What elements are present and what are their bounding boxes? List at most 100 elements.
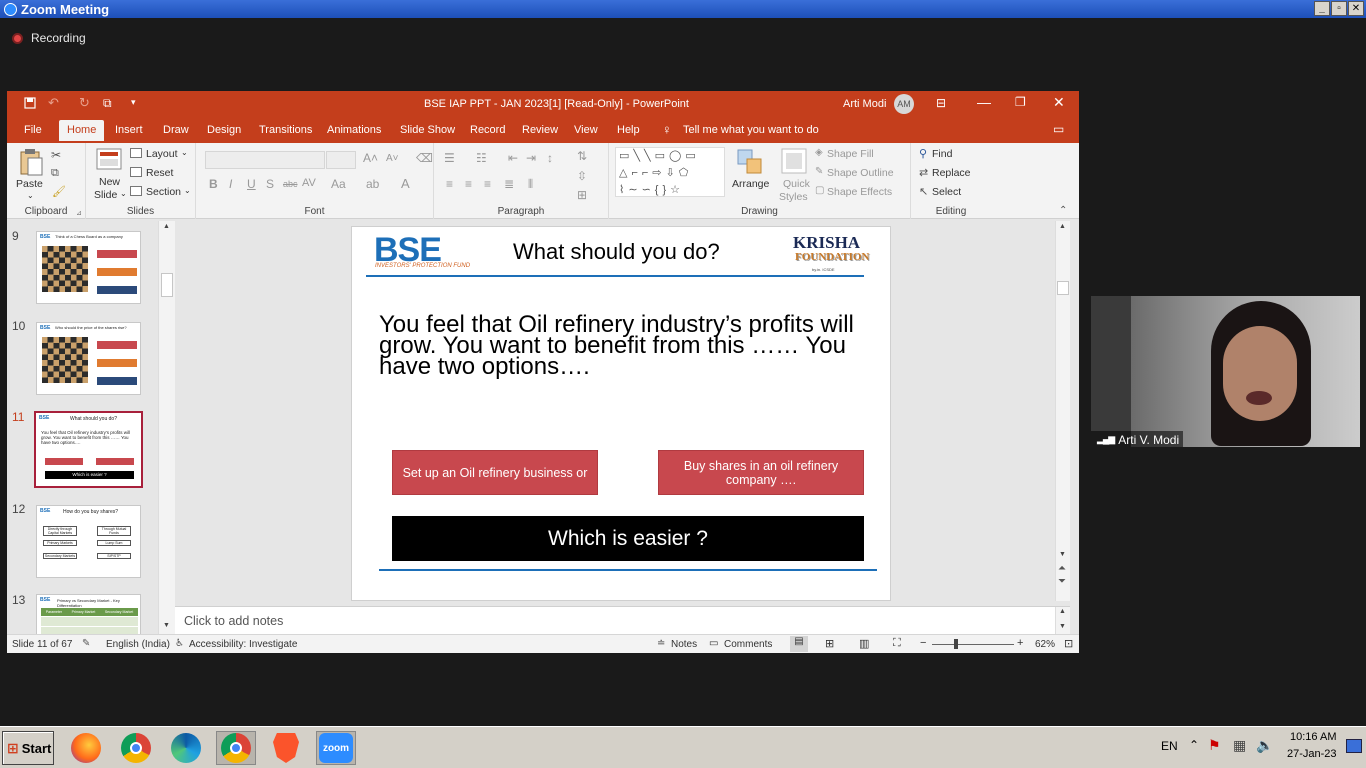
shape-outline-icon[interactable]: ✎ [815, 166, 823, 177]
character-spacing-icon[interactable]: AV [302, 177, 316, 189]
slide-show-icon[interactable]: ⛶ [893, 637, 901, 650]
tab-view[interactable]: View [574, 124, 598, 136]
notes-pane[interactable]: Click to add notes ▲ ▼ [175, 606, 1070, 635]
align-right-icon[interactable]: ≡ [484, 177, 491, 191]
comments-icon[interactable]: ▭ [709, 638, 718, 649]
quick-styles-icon[interactable] [781, 148, 807, 174]
maximize-button[interactable]: ▫ [1331, 1, 1347, 16]
shape-effects-icon[interactable]: ▢ [815, 185, 824, 196]
ppt-close-button[interactable]: ✕ [1053, 94, 1065, 111]
brave-icon[interactable] [266, 731, 306, 765]
slide-thumbnail-12[interactable]: BSE How do you buy shares? Directly thro… [36, 505, 141, 578]
shape-fill-button[interactable]: Shape Fill [827, 148, 874, 160]
participant-video[interactable]: ▂▄▆ Arti V. Modi [1091, 296, 1360, 447]
font-size-input[interactable] [326, 151, 356, 169]
customize-toolbar-icon[interactable]: ▾ [131, 97, 136, 108]
arrange-button[interactable]: Arrange [732, 178, 769, 190]
copy-icon[interactable]: ⧉ [51, 167, 59, 180]
find-button[interactable]: Find [932, 148, 952, 160]
tab-transitions[interactable]: Transitions [259, 124, 312, 136]
ribbon-display-icon[interactable]: ⊟ [936, 96, 946, 110]
recording-indicator[interactable]: Recording [12, 31, 86, 45]
scroll-thumb[interactable] [161, 273, 173, 297]
undo-icon[interactable]: ↶ [48, 95, 59, 111]
clock-date[interactable]: 27-Jan-23 [1287, 748, 1337, 760]
change-case-icon[interactable]: Aa [331, 177, 346, 191]
spelling-icon[interactable]: ✎ [82, 638, 90, 649]
align-text-icon[interactable]: ⇳ [577, 169, 587, 183]
ppt-user-name[interactable]: Arti Modi [843, 98, 886, 110]
new-slide-icon[interactable] [96, 148, 122, 170]
columns-icon[interactable]: ⫴ [528, 177, 533, 192]
tab-home[interactable]: Home [59, 120, 105, 141]
save-icon[interactable] [24, 97, 36, 109]
font-color-icon[interactable]: A [401, 176, 410, 191]
increase-indent-icon[interactable]: ⇥ [526, 151, 536, 165]
section-button[interactable]: Section [146, 186, 181, 198]
new-slide-label-2[interactable]: Slide [94, 189, 117, 201]
underline-icon[interactable]: U [247, 177, 256, 191]
notes-button[interactable]: Notes [671, 639, 697, 650]
notes-scroll-down-icon[interactable]: ▼ [1059, 623, 1066, 630]
layout-dropdown-icon[interactable]: ⌄ [181, 148, 188, 157]
quick-styles-label-2[interactable]: Styles [779, 191, 808, 203]
tab-record[interactable]: Record [470, 124, 505, 136]
numbering-icon[interactable]: ☷ [476, 151, 487, 165]
close-button[interactable]: ✕ [1348, 1, 1364, 16]
user-avatar[interactable]: AM [894, 94, 914, 114]
align-center-icon[interactable]: ≡ [465, 177, 472, 191]
reset-button[interactable]: Reset [146, 167, 173, 179]
increase-font-icon[interactable]: A˄ [363, 151, 378, 165]
strikethrough-icon[interactable]: abc [283, 179, 298, 189]
select-button[interactable]: Select [932, 186, 961, 198]
accessibility-status[interactable]: Accessibility: Investigate [189, 639, 297, 650]
layout-button[interactable]: Layout [146, 148, 178, 160]
slide-thumbnail-10[interactable]: BSE Who should the price of the shares r… [36, 322, 141, 395]
accessibility-icon[interactable]: ♿ [175, 638, 184, 649]
arrange-icon[interactable] [737, 149, 763, 175]
zoom-out-icon[interactable]: − [920, 637, 926, 649]
section-icon[interactable] [130, 186, 142, 196]
comment-icon[interactable]: ▭ [1053, 122, 1064, 136]
show-hidden-icons[interactable]: ⌃ [1189, 738, 1199, 752]
zoom-app-icon[interactable]: zoom [316, 731, 356, 765]
decrease-indent-icon[interactable]: ⇤ [508, 151, 518, 165]
reset-icon[interactable] [130, 167, 142, 177]
new-slide-label-1[interactable]: New [99, 176, 120, 188]
format-painter-icon[interactable]: 🖌 [52, 185, 66, 198]
current-slide[interactable]: BSE INVESTORS' PROTECTION FUND What shou… [351, 226, 891, 601]
notes-scrollbar[interactable]: ▲ ▼ [1055, 607, 1070, 635]
input-language[interactable]: EN [1161, 739, 1178, 753]
paste-button[interactable]: Paste [16, 178, 43, 190]
fit-to-window-icon[interactable]: ⊡ [1064, 637, 1073, 650]
font-name-input[interactable] [205, 151, 325, 169]
tab-file[interactable]: File [24, 124, 42, 136]
edge-icon[interactable] [166, 731, 206, 765]
thumbnail-scrollbar[interactable]: ▲ ▼ [158, 221, 175, 634]
new-slide-dropdown-icon[interactable]: ⌄ [120, 189, 127, 198]
reading-view-icon[interactable]: ▥ [859, 637, 869, 650]
slide-thumbnail-13[interactable]: BSE Primary vs Secondary Market - Key Di… [36, 594, 141, 634]
section-dropdown-icon[interactable]: ⌄ [184, 186, 191, 195]
show-desktop-icon[interactable] [1346, 739, 1362, 753]
clear-formatting-icon[interactable]: ⌫ [416, 151, 433, 165]
next-slide-icon[interactable]: ⏷ [1058, 576, 1066, 587]
chrome-profile-icon[interactable] [216, 731, 256, 765]
chrome-icon[interactable] [116, 731, 156, 765]
layout-icon[interactable] [130, 148, 142, 158]
slide-thumbnail-9[interactable]: BSE Think of a Chess Board as a company [36, 231, 141, 304]
cut-icon[interactable]: ✂ [51, 148, 61, 162]
replace-button[interactable]: Replace [932, 167, 971, 179]
bullets-icon[interactable]: ☰ [444, 151, 455, 165]
bold-icon[interactable]: B [209, 177, 218, 191]
firefox-icon[interactable] [66, 731, 106, 765]
zoom-slider[interactable] [932, 644, 1014, 645]
paste-dropdown-icon[interactable]: ⌄ [27, 191, 34, 200]
ppt-minimize-button[interactable]: — [977, 94, 991, 110]
shape-effects-button[interactable]: Shape Effects [827, 186, 892, 198]
clipboard-launcher-icon[interactable]: ⊿ [76, 209, 82, 217]
replace-icon[interactable]: ⇄ [919, 166, 928, 179]
shapes-gallery[interactable]: ▭╲╲▭◯▭ △⌐⌐⇨⇩⬠ ⌇∼∽{}☆ [615, 147, 725, 197]
slide-scrollbar[interactable]: ▲ ▼ ⏶ ⏷ [1055, 221, 1070, 601]
ppt-restore-button[interactable]: ❐ [1015, 95, 1026, 109]
